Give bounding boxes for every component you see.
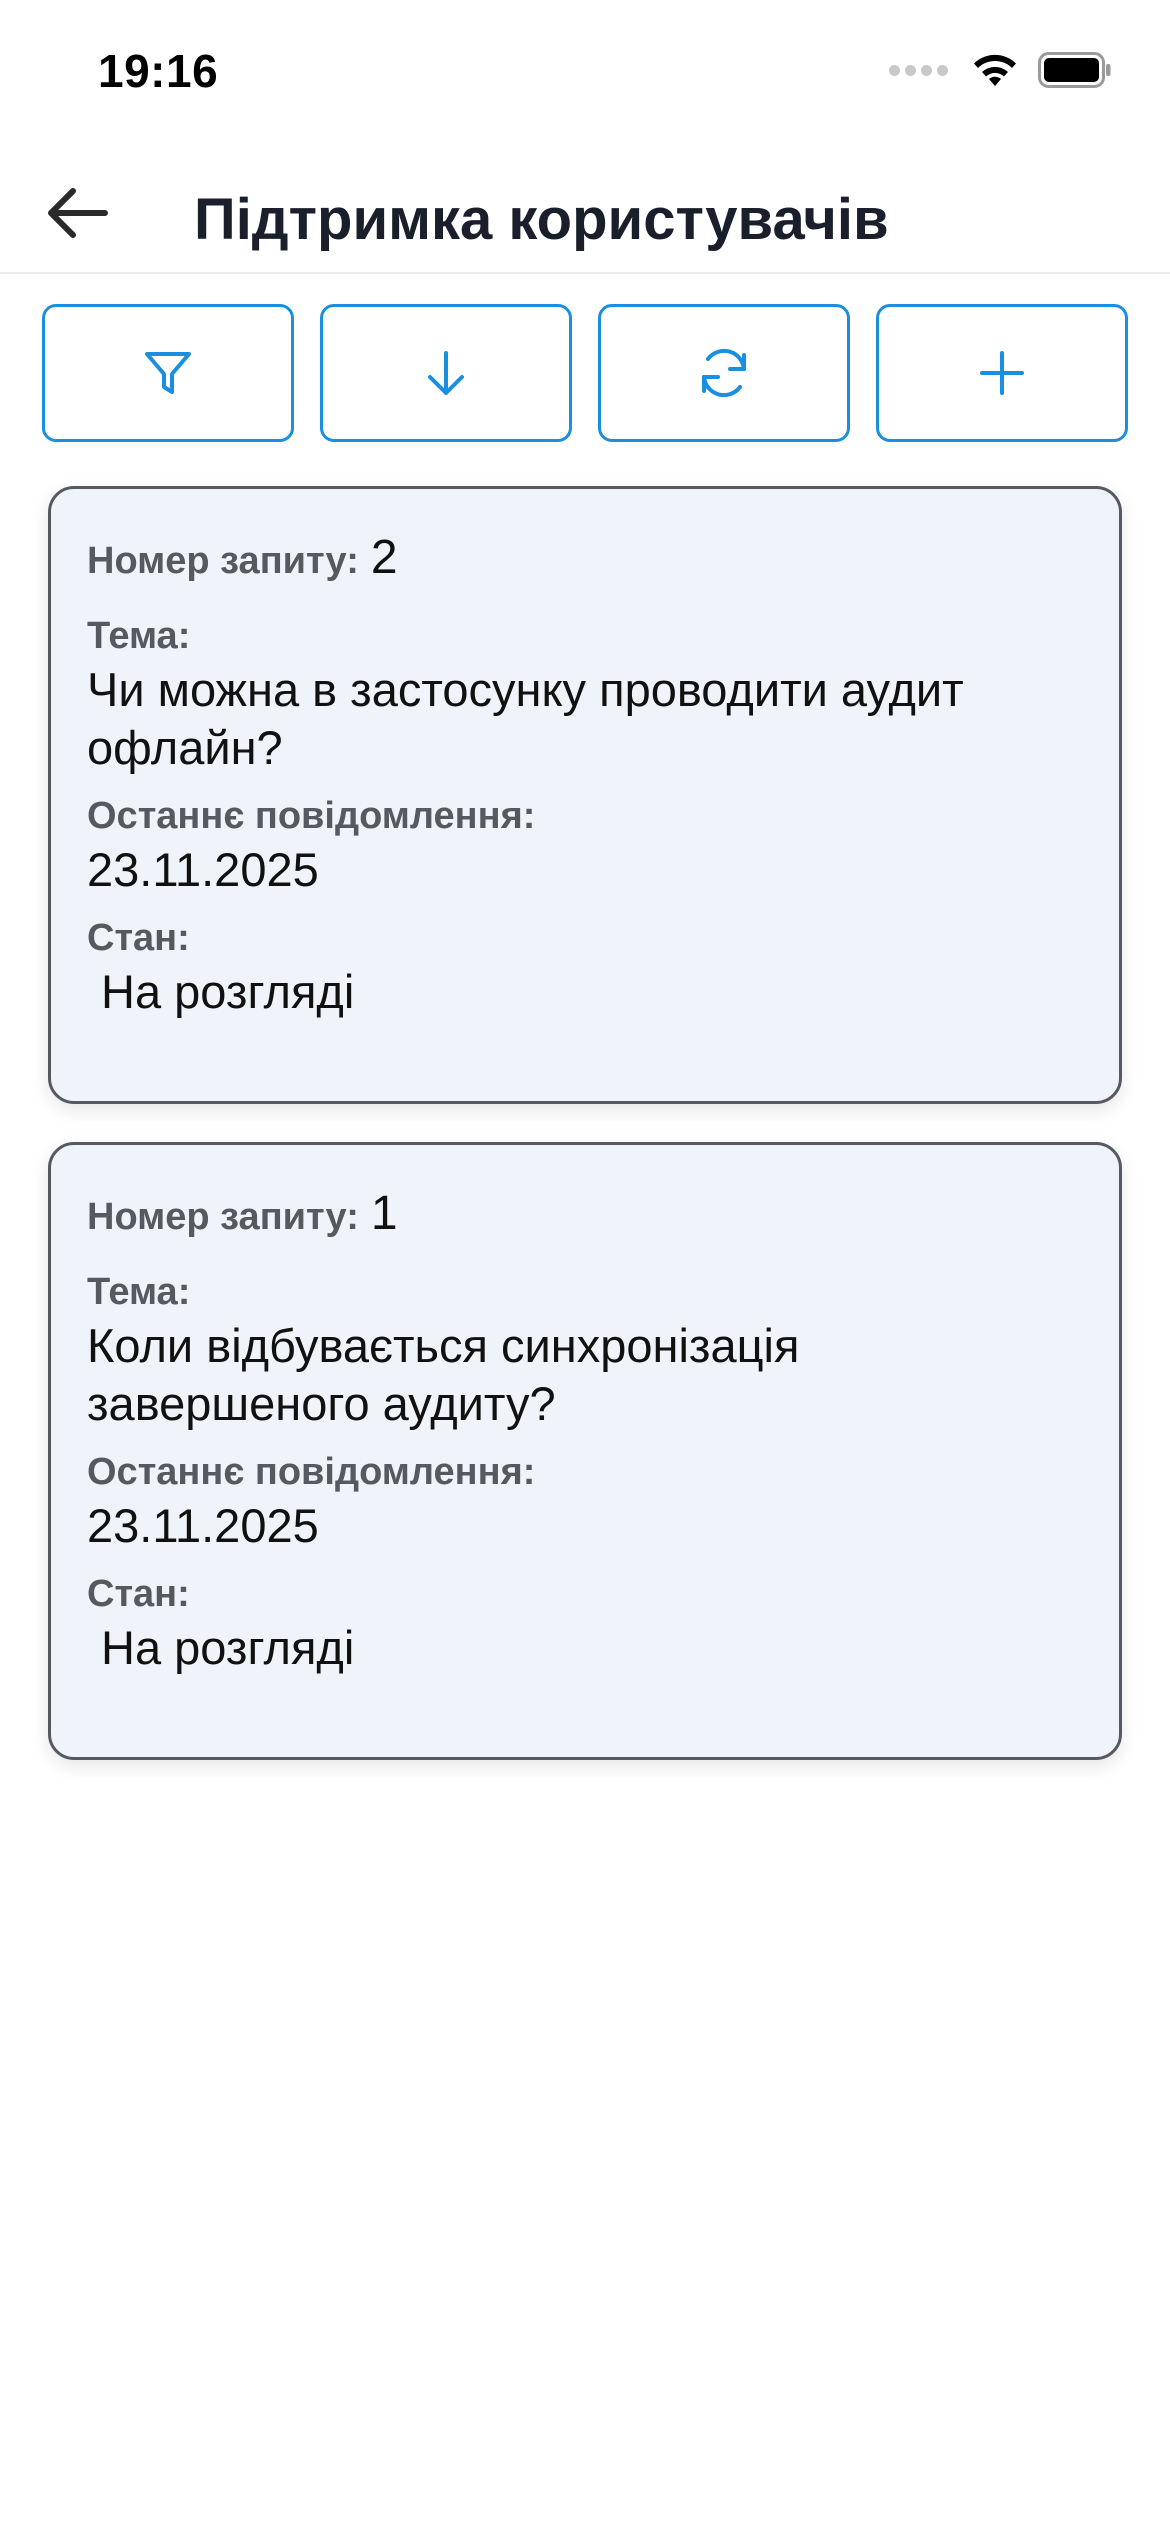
arrow-down-icon (428, 351, 464, 395)
last-message-block: Останнє повідомлення: 23.11.2025 (87, 1447, 1083, 1555)
filter-button[interactable] (42, 304, 294, 442)
back-button[interactable] (36, 180, 116, 246)
last-message-label: Останнє повідомлення: (87, 795, 536, 837)
subject-value: Чи можна в застосунку проводити аудит оф… (87, 663, 964, 774)
status-icons (889, 52, 1112, 88)
filter-icon (145, 352, 191, 394)
request-number-row: Номер запиту: 1 (87, 1185, 1083, 1253)
request-number-label: Номер запиту: (87, 540, 359, 582)
toolbar (42, 304, 1128, 442)
plus-icon (980, 351, 1024, 395)
status-time: 19:16 (98, 45, 219, 97)
status-label: Стан: (87, 917, 190, 959)
request-number-row: Номер запиту: 2 (87, 529, 1083, 597)
request-number: 2 (370, 531, 398, 584)
status-block: Стан: На розгляді (87, 1569, 1083, 1677)
page-title: Підтримка користувачів (194, 187, 889, 252)
battery-icon (1038, 52, 1111, 88)
wifi-icon (974, 54, 1016, 86)
download-button[interactable] (320, 304, 572, 442)
last-message-date: 23.11.2025 (87, 1499, 319, 1552)
refresh-button[interactable] (598, 304, 850, 442)
request-list: Номер запиту: 2 Тема: Чи можна в застосу… (48, 486, 1122, 1798)
request-card[interactable]: Номер запиту: 2 Тема: Чи можна в застосу… (48, 486, 1122, 1104)
add-request-button[interactable] (876, 304, 1128, 442)
refresh-icon (702, 348, 746, 398)
subject-block: Тема: Коли відбувається синхронізація за… (87, 1267, 1083, 1433)
status-block: Стан: На розгляді (87, 913, 1083, 1021)
subject-label: Тема: (87, 615, 191, 657)
arrow-left-icon (48, 188, 108, 238)
subject-block: Тема: Чи можна в застосунку проводити ау… (87, 611, 1083, 777)
last-message-block: Останнє повідомлення: 23.11.2025 (87, 791, 1083, 899)
signal-icon (889, 64, 948, 76)
request-card[interactable]: Номер запиту: 1 Тема: Коли відбувається … (48, 1142, 1122, 1760)
status-value: На розгляді (101, 965, 355, 1018)
status-value: На розгляді (101, 1621, 355, 1674)
subject-value: Коли відбувається синхронізація завершен… (87, 1319, 800, 1430)
status-label: Стан: (87, 1573, 190, 1615)
last-message-date: 23.11.2025 (87, 843, 319, 896)
app-header: Підтримка користувачів (0, 150, 1170, 274)
last-message-label: Останнє повідомлення: (87, 1451, 536, 1493)
subject-label: Тема: (87, 1271, 191, 1313)
request-number-label: Номер запиту: (87, 1196, 359, 1238)
request-number: 1 (370, 1187, 398, 1240)
status-bar: 19:16 (0, 0, 1170, 150)
